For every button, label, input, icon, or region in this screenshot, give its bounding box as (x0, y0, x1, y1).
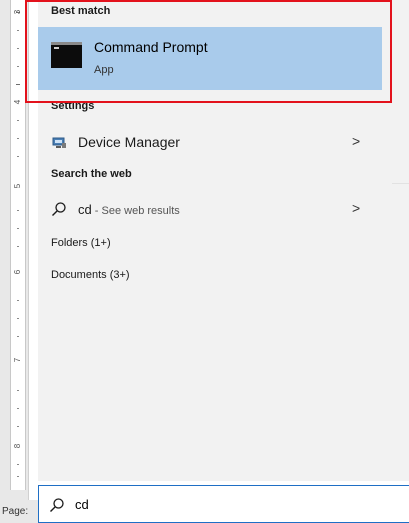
ruler-tick (17, 464, 19, 465)
ruler-tick (17, 318, 19, 319)
ruler-number: 6 (13, 269, 22, 275)
chevron-right-icon[interactable]: > (352, 200, 360, 216)
web-search-heading: Search the web (51, 168, 132, 180)
search-results-panel: Best match Command Prompt App Settings D… (38, 0, 409, 481)
divider (392, 183, 409, 184)
settings-heading: Settings (51, 100, 95, 112)
documents-result[interactable]: Documents (3+) (51, 269, 130, 281)
ruler-tick (17, 408, 19, 409)
web-search-result[interactable]: cd - See web results > (38, 196, 382, 222)
best-match-subtitle: App (94, 64, 114, 76)
page-indicator: Page: (0, 500, 38, 523)
folders-result[interactable]: Folders (1+) (51, 237, 111, 249)
ruler-tick (17, 246, 19, 247)
web-search-query: cd (78, 202, 92, 217)
ruler-track: 3 4 5 6 7 8 (10, 0, 26, 490)
command-prompt-icon (51, 42, 82, 68)
ruler-tick (17, 30, 19, 31)
ruler-tick (17, 426, 19, 427)
ruler-number: 5 (13, 183, 22, 189)
device-manager-icon (51, 134, 67, 150)
ruler-number: 8 (13, 443, 22, 449)
ruler-tick (17, 48, 19, 49)
ruler-number: 4 (13, 99, 22, 105)
ruler-number: 7 (13, 357, 22, 363)
vertical-ruler: 3 4 5 6 7 8 Page: (0, 0, 38, 523)
taskbar-search-box[interactable] (38, 485, 409, 523)
ruler-tick (16, 84, 20, 85)
ruler-tick (17, 336, 19, 337)
ruler-tick (17, 390, 19, 391)
best-match-title: Command Prompt (94, 39, 208, 55)
ruler-tick (17, 300, 19, 301)
best-match-command-prompt[interactable]: Command Prompt App (38, 27, 382, 90)
settings-item-device-manager[interactable]: Device Manager > (38, 129, 382, 155)
search-input[interactable] (75, 494, 375, 514)
ruler-tick (17, 228, 19, 229)
screenshot-frame: 3 4 5 6 7 8 Page: Best match Command Pro… (0, 0, 409, 523)
ruler-tick (17, 156, 19, 157)
search-icon (49, 497, 65, 513)
ruler-tick (17, 138, 19, 139)
ruler-tick (17, 210, 19, 211)
ruler-tick (17, 120, 19, 121)
settings-item-label: Device Manager (78, 134, 180, 150)
ruler-tick (17, 66, 19, 67)
chevron-right-icon[interactable]: > (352, 133, 360, 149)
web-search-hint: - See web results (91, 205, 180, 217)
web-search-label: cd - See web results (78, 201, 180, 217)
search-icon (51, 201, 67, 217)
best-match-heading: Best match (51, 5, 111, 17)
ruler-number: 3 (13, 9, 22, 15)
ruler-tick (17, 476, 19, 477)
